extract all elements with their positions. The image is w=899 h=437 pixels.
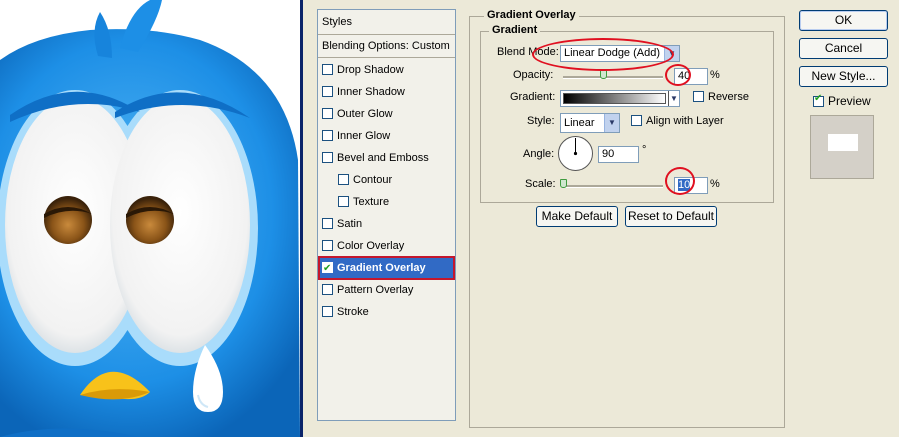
inner-glow-checkbox[interactable] <box>322 130 333 141</box>
opacity-slider[interactable] <box>563 76 663 79</box>
style-item-outer-glow[interactable]: Outer Glow <box>320 104 453 124</box>
style-item-label: Outer Glow <box>337 108 393 120</box>
preview-checkbox[interactable] <box>813 93 824 107</box>
opacity-input[interactable]: 40 <box>674 68 708 85</box>
styles-list-panel: Styles Blending Options: Custom Drop Sha… <box>317 9 456 421</box>
style-item-stroke[interactable]: Stroke <box>320 302 453 322</box>
reverse-label: Reverse <box>708 91 749 103</box>
drop-shadow-checkbox[interactable] <box>322 64 333 75</box>
style-label: Style: <box>527 115 555 127</box>
style-item-color-overlay[interactable]: Color Overlay <box>320 236 453 256</box>
style-select[interactable]: Linear ▼ <box>560 113 620 133</box>
style-item-label: Color Overlay <box>337 240 405 252</box>
scale-value: 10 <box>678 179 691 191</box>
ok-button[interactable]: OK <box>799 10 888 31</box>
style-item-inner-shadow[interactable]: Inner Shadow <box>320 82 453 102</box>
angle-input[interactable]: 90 <box>598 146 639 163</box>
style-item-pattern-overlay[interactable]: Pattern Overlay <box>320 280 453 300</box>
gradient-label: Gradient: <box>510 91 556 103</box>
style-item-label: Bevel and Emboss <box>337 152 429 164</box>
bird-illustration <box>0 0 300 437</box>
preview-thumbnail <box>810 115 874 179</box>
blending-options-item[interactable]: Blending Options: Custom <box>318 35 455 58</box>
cancel-button[interactable]: Cancel <box>799 38 888 59</box>
style-item-satin[interactable]: Satin <box>320 214 453 234</box>
angle-label: Angle: <box>523 148 555 160</box>
angle-dial[interactable] <box>557 135 594 172</box>
align-with-layer-checkbox[interactable] <box>631 115 642 126</box>
gradient-overlay-section: Gradient Overlay Gradient Blend Mode: Li… <box>469 9 785 428</box>
style-value: Linear <box>564 117 595 129</box>
preview-swatch <box>828 134 858 151</box>
contour-checkbox[interactable] <box>338 174 349 185</box>
gradient-group: Gradient Blend Mode: Linear Dodge (Add) … <box>480 24 774 203</box>
scale-label: Scale: <box>525 178 556 190</box>
inner-shadow-checkbox[interactable] <box>322 86 333 97</box>
opacity-unit: % <box>710 69 720 81</box>
scale-slider-thumb[interactable] <box>560 179 567 188</box>
pattern-overlay-checkbox[interactable] <box>322 284 333 295</box>
style-item-drop-shadow[interactable]: Drop Shadow <box>320 60 453 80</box>
group-title: Gradient <box>489 24 541 36</box>
reverse-option[interactable]: Reverse <box>691 91 749 103</box>
satin-checkbox[interactable] <box>322 218 333 229</box>
reset-to-default-button[interactable]: Reset to Default <box>625 206 717 227</box>
gradient-overlay-checkbox[interactable] <box>322 259 333 279</box>
style-item-contour[interactable]: Contour <box>336 170 453 190</box>
style-item-label: Satin <box>337 218 363 230</box>
styles-header[interactable]: Styles <box>318 10 455 35</box>
gradient-swatch[interactable] <box>563 93 666 104</box>
style-item-label: Inner Glow <box>337 130 391 142</box>
preview-label: Preview <box>828 94 871 108</box>
texture-checkbox[interactable] <box>338 196 349 207</box>
style-item-label: Texture <box>353 196 390 208</box>
outer-glow-checkbox[interactable] <box>322 108 333 119</box>
preview-option[interactable]: Preview <box>811 93 871 108</box>
blend-mode-select[interactable]: Linear Dodge (Add) ▼ <box>560 45 680 62</box>
chevron-down-icon[interactable]: ▼ <box>664 46 679 61</box>
bird-artwork <box>0 0 300 437</box>
opacity-label: Opacity: <box>513 69 554 81</box>
style-item-label: Contour <box>353 174 393 186</box>
style-item-label: Inner Shadow <box>337 86 405 98</box>
chevron-down-icon[interactable]: ▼ <box>668 91 679 106</box>
style-item-gradient-overlay[interactable]: Gradient Overlay <box>318 256 455 280</box>
align-label: Align with Layer <box>646 115 724 127</box>
style-item-label: Drop Shadow <box>337 64 404 76</box>
stroke-checkbox[interactable] <box>322 306 333 317</box>
style-item-label: Stroke <box>337 306 369 318</box>
layer-style-dialog: Styles Blending Options: Custom Drop Sha… <box>300 0 899 437</box>
blend-mode-value: Linear Dodge (Add) <box>564 47 661 59</box>
style-item-inner-glow[interactable]: Inner Glow <box>320 126 453 146</box>
color-overlay-checkbox[interactable] <box>322 240 333 251</box>
style-item-bevel-emboss[interactable]: Bevel and Emboss <box>320 148 453 168</box>
scale-slider[interactable] <box>563 185 663 188</box>
new-style-button[interactable]: New Style... <box>799 66 888 87</box>
make-default-button[interactable]: Make Default <box>536 206 618 227</box>
section-title: Gradient Overlay <box>484 9 579 21</box>
chevron-down-icon[interactable]: ▼ <box>604 114 619 132</box>
scale-unit: % <box>710 178 720 190</box>
style-item-label: Pattern Overlay <box>337 284 414 296</box>
angle-unit: ° <box>642 144 647 156</box>
style-item-texture[interactable]: Texture <box>336 192 453 212</box>
gradient-picker[interactable]: ▼ <box>560 90 680 107</box>
scale-input[interactable]: 10 <box>674 177 708 194</box>
opacity-slider-thumb[interactable] <box>600 70 607 79</box>
style-item-label: Gradient Overlay <box>337 262 426 274</box>
blend-mode-label: Blend Mode: <box>497 46 559 58</box>
align-with-layer-option[interactable]: Align with Layer <box>629 115 724 127</box>
reverse-checkbox[interactable] <box>693 91 704 102</box>
bevel-emboss-checkbox[interactable] <box>322 152 333 163</box>
